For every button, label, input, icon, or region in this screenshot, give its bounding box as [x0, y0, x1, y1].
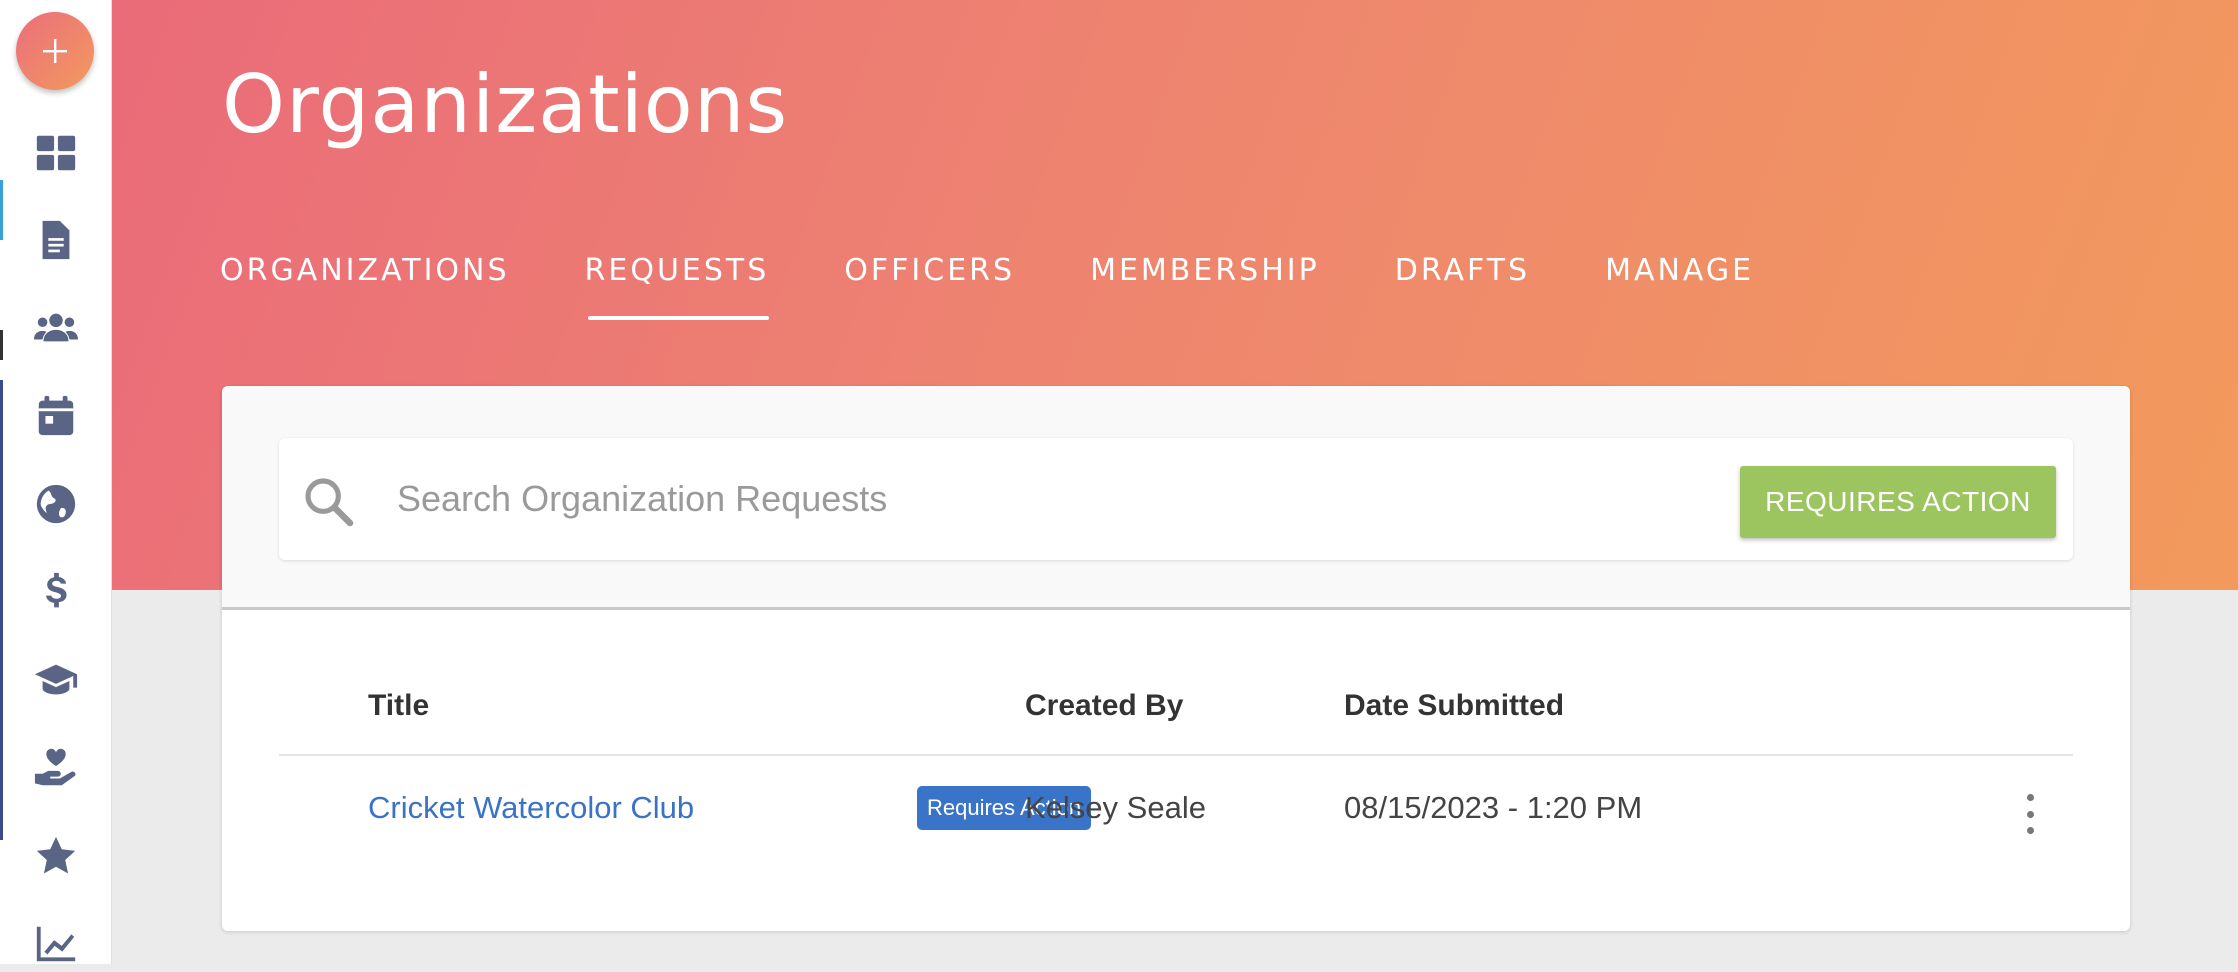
- sidebar-edge-marker: [0, 330, 3, 360]
- chart-line-icon: [36, 926, 76, 962]
- tab-manage[interactable]: MANAGE: [1605, 248, 1754, 320]
- search-icon: [305, 478, 354, 527]
- column-header-created-by[interactable]: Created By: [1025, 686, 1183, 726]
- tab-membership[interactable]: MEMBERSHIP: [1090, 248, 1320, 320]
- sidebar-item-service[interactable]: [28, 740, 84, 796]
- sidebar-item-users[interactable]: [28, 300, 84, 356]
- create-button[interactable]: [16, 12, 94, 90]
- more-dot: [2026, 827, 2034, 834]
- tab-officers[interactable]: OFFICERS: [844, 248, 1015, 320]
- tab-drafts[interactable]: DRAFTS: [1395, 248, 1530, 320]
- requests-card: REQUIRES ACTION Title Created By Date Su…: [222, 386, 2130, 931]
- dashboard-icon: [36, 135, 76, 171]
- sidebar-item-favorites[interactable]: [28, 828, 84, 884]
- search-bar: REQUIRES ACTION: [279, 438, 2073, 560]
- dollar-icon: [46, 572, 67, 608]
- column-header-date-submitted[interactable]: Date Submitted: [1344, 686, 1564, 726]
- tab-bar: ORGANIZATIONS REQUESTS OFFICERS MEMBERSH…: [220, 248, 1829, 320]
- users-icon: [33, 313, 79, 342]
- tab-requests[interactable]: REQUESTS: [585, 248, 770, 320]
- sidebar-item-documents[interactable]: [28, 212, 84, 268]
- calendar-icon: [38, 395, 74, 436]
- created-by: Kelsey Seale: [1025, 790, 1206, 825]
- document-icon: [42, 220, 70, 260]
- graduation-cap-icon: [34, 664, 78, 695]
- sidebar-item-calendar[interactable]: [28, 388, 84, 444]
- more-dot: [2026, 794, 2034, 801]
- sidebar-edge-marker: [0, 380, 3, 840]
- sidebar-item-education[interactable]: [28, 652, 84, 708]
- table-row: Cricket Watercolor Club Requires Action …: [279, 758, 2073, 868]
- requires-action-filter-button[interactable]: REQUIRES ACTION: [1740, 466, 2056, 538]
- plus-icon: [43, 39, 67, 63]
- table-header: Title Created By Date Submitted: [279, 686, 2073, 756]
- sidebar: [0, 0, 112, 964]
- more-dot: [2026, 810, 2034, 818]
- search-input[interactable]: [397, 464, 1127, 534]
- star-icon: [36, 836, 76, 874]
- sidebar-edge-marker: [0, 180, 3, 240]
- more-options-icon[interactable]: [2015, 794, 2045, 834]
- sidebar-item-globe[interactable]: [28, 476, 84, 532]
- tab-organizations[interactable]: ORGANIZATIONS: [220, 248, 510, 320]
- date-submitted: 08/15/2023 - 1:20 PM: [1344, 790, 1643, 825]
- search-section: REQUIRES ACTION: [222, 386, 2130, 610]
- request-title-link[interactable]: Cricket Watercolor Club: [368, 788, 694, 828]
- sidebar-item-dashboard[interactable]: [28, 125, 84, 181]
- page-title: Organizations: [222, 58, 789, 151]
- column-header-title[interactable]: Title: [368, 686, 429, 726]
- globe-icon: [36, 484, 76, 524]
- sidebar-item-finance[interactable]: [28, 564, 84, 620]
- hand-heart-icon: [34, 748, 76, 786]
